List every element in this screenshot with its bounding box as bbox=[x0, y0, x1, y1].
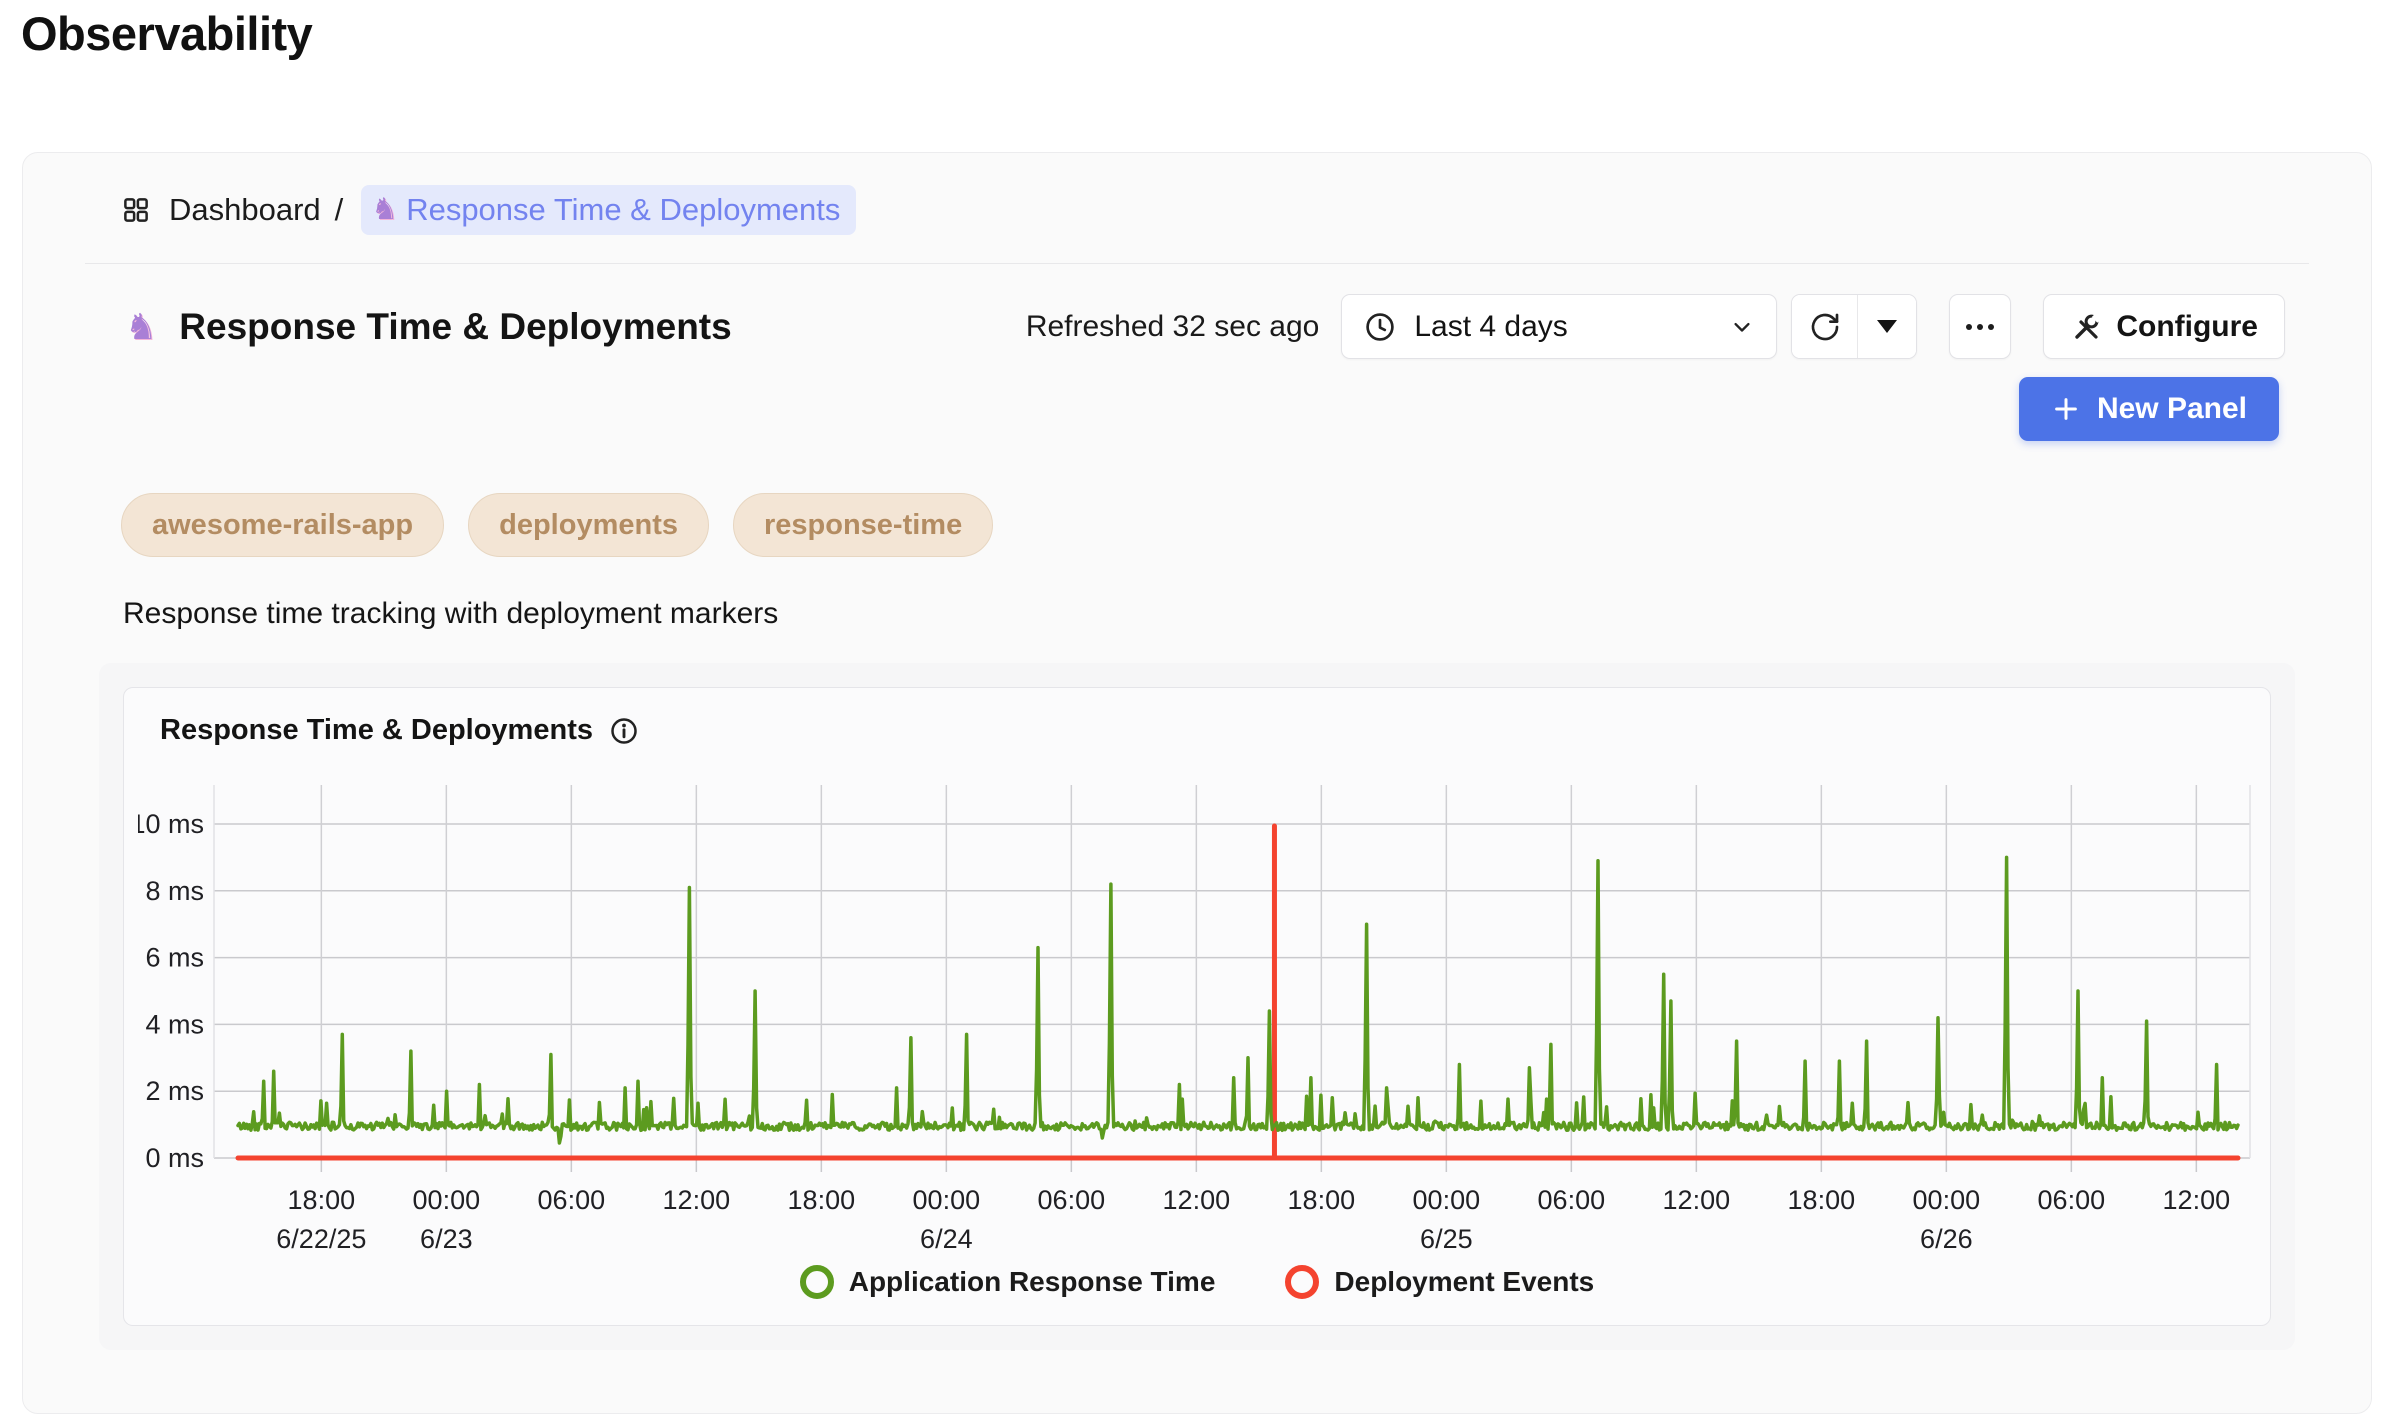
panel-title-group: ♞ Response Time & Deployments bbox=[125, 306, 732, 348]
tag-pill[interactable]: awesome-rails-app bbox=[121, 493, 444, 557]
svg-text:6 ms: 6 ms bbox=[145, 943, 204, 973]
svg-text:18:00: 18:00 bbox=[1288, 1185, 1356, 1215]
breadcrumb-dashboard-link[interactable]: Dashboard bbox=[169, 192, 321, 228]
svg-text:6/24: 6/24 bbox=[920, 1224, 973, 1254]
legend-item[interactable]: Deployment Events bbox=[1285, 1265, 1594, 1299]
panel-description: Response time tracking with deployment m… bbox=[85, 597, 2309, 631]
breadcrumb-current-label: Response Time & Deployments bbox=[406, 192, 840, 228]
page-title: Observability bbox=[21, 6, 312, 61]
svg-text:18:00: 18:00 bbox=[1788, 1185, 1856, 1215]
svg-text:18:00: 18:00 bbox=[288, 1185, 356, 1215]
svg-text:6/25: 6/25 bbox=[1420, 1224, 1473, 1254]
chart-legend: Application Response Time Deployment Even… bbox=[138, 1265, 2256, 1299]
refreshed-status: Refreshed 32 sec ago bbox=[1026, 310, 1320, 344]
breadcrumb-current-link[interactable]: ♞ Response Time & Deployments bbox=[361, 185, 856, 235]
svg-text:06:00: 06:00 bbox=[2038, 1185, 2106, 1215]
new-panel-row: New Panel bbox=[85, 377, 2309, 441]
svg-text:06:00: 06:00 bbox=[538, 1185, 606, 1215]
plus-icon bbox=[2051, 394, 2081, 424]
dashboard-grid-icon bbox=[121, 195, 151, 225]
ellipsis-icon bbox=[1988, 324, 1994, 330]
caret-down-icon bbox=[1877, 320, 1897, 333]
legend-label: Application Response Time bbox=[849, 1266, 1216, 1298]
chart-card: Response Time & Deployments 0 ms 2 ms 4 ms… bbox=[123, 687, 2271, 1326]
svg-text:00:00: 00:00 bbox=[1913, 1185, 1981, 1215]
svg-text:6/23: 6/23 bbox=[420, 1224, 473, 1254]
new-panel-label: New Panel bbox=[2097, 392, 2247, 426]
breadcrumb-divider bbox=[85, 263, 2309, 264]
svg-text:10 ms: 10 ms bbox=[138, 809, 204, 839]
ellipsis-icon bbox=[1966, 324, 1972, 330]
tools-icon bbox=[2070, 311, 2102, 343]
refresh-split-button bbox=[1791, 294, 1917, 359]
more-options-button[interactable] bbox=[1949, 294, 2011, 359]
configure-label: Configure bbox=[2116, 310, 2258, 344]
time-range-select[interactable]: Last 4 days bbox=[1341, 294, 1777, 359]
svg-text:8 ms: 8 ms bbox=[145, 876, 204, 906]
chart-title: Response Time & Deployments bbox=[160, 714, 593, 747]
panel-title: Response Time & Deployments bbox=[179, 306, 731, 348]
svg-text:0 ms: 0 ms bbox=[145, 1143, 204, 1173]
svg-text:06:00: 06:00 bbox=[1038, 1185, 1106, 1215]
svg-text:4 ms: 4 ms bbox=[145, 1009, 204, 1039]
new-panel-button[interactable]: New Panel bbox=[2019, 377, 2279, 441]
tag-pill[interactable]: deployments bbox=[468, 493, 709, 557]
tags-row: awesome-rails-app deployments response-tim… bbox=[85, 493, 2309, 557]
refresh-icon bbox=[1809, 311, 1841, 343]
svg-text:2 ms: 2 ms bbox=[145, 1076, 204, 1106]
refresh-options-button[interactable] bbox=[1858, 295, 1916, 358]
info-icon[interactable] bbox=[609, 716, 639, 746]
tag-pill[interactable]: response-time bbox=[733, 493, 993, 557]
svg-text:18:00: 18:00 bbox=[788, 1185, 856, 1215]
breadcrumb: Dashboard / ♞ Response Time & Deployment… bbox=[85, 153, 2309, 263]
svg-text:6/22/25: 6/22/25 bbox=[276, 1224, 366, 1254]
observability-page: Observability Dashboard / ♞ Response Tim… bbox=[0, 0, 2394, 1428]
svg-text:12:00: 12:00 bbox=[2163, 1185, 2231, 1215]
svg-text:00:00: 00:00 bbox=[1413, 1185, 1481, 1215]
carousel-horse-icon: ♞ bbox=[125, 309, 157, 345]
breadcrumb-separator: / bbox=[335, 192, 344, 228]
refresh-button[interactable] bbox=[1792, 295, 1858, 358]
chevron-down-icon bbox=[1728, 313, 1756, 341]
panel-header: ♞ Response Time & Deployments Refreshed … bbox=[85, 294, 2309, 359]
chart-title-row: Response Time & Deployments bbox=[138, 714, 2256, 747]
ellipsis-icon bbox=[1977, 324, 1983, 330]
svg-text:00:00: 00:00 bbox=[413, 1185, 481, 1215]
legend-ring-icon bbox=[800, 1265, 834, 1299]
clock-icon bbox=[1364, 311, 1396, 343]
svg-text:12:00: 12:00 bbox=[1663, 1185, 1731, 1215]
dashboard-card: Dashboard / ♞ Response Time & Deployment… bbox=[22, 152, 2372, 1414]
legend-ring-icon bbox=[1285, 1265, 1319, 1299]
response-time-chart[interactable]: 0 ms 2 ms 4 ms 6 ms 8 ms 10 ms 18:00 6/22/25 00:… bbox=[138, 757, 2256, 1257]
panel-controls: Refreshed 32 sec ago Last 4 days bbox=[1026, 294, 2285, 359]
svg-text:12:00: 12:00 bbox=[663, 1185, 731, 1215]
svg-text:12:00: 12:00 bbox=[1163, 1185, 1231, 1215]
configure-button[interactable]: Configure bbox=[2043, 294, 2285, 359]
svg-text:00:00: 00:00 bbox=[913, 1185, 981, 1215]
legend-label: Deployment Events bbox=[1334, 1266, 1594, 1298]
time-range-value: Last 4 days bbox=[1414, 310, 1567, 344]
chart-wrapper: Response Time & Deployments 0 ms 2 ms 4 ms… bbox=[99, 663, 2295, 1350]
legend-item[interactable]: Application Response Time bbox=[800, 1265, 1216, 1299]
carousel-horse-icon: ♞ bbox=[371, 195, 398, 225]
svg-text:06:00: 06:00 bbox=[1538, 1185, 1606, 1215]
svg-text:6/26: 6/26 bbox=[1920, 1224, 1973, 1254]
